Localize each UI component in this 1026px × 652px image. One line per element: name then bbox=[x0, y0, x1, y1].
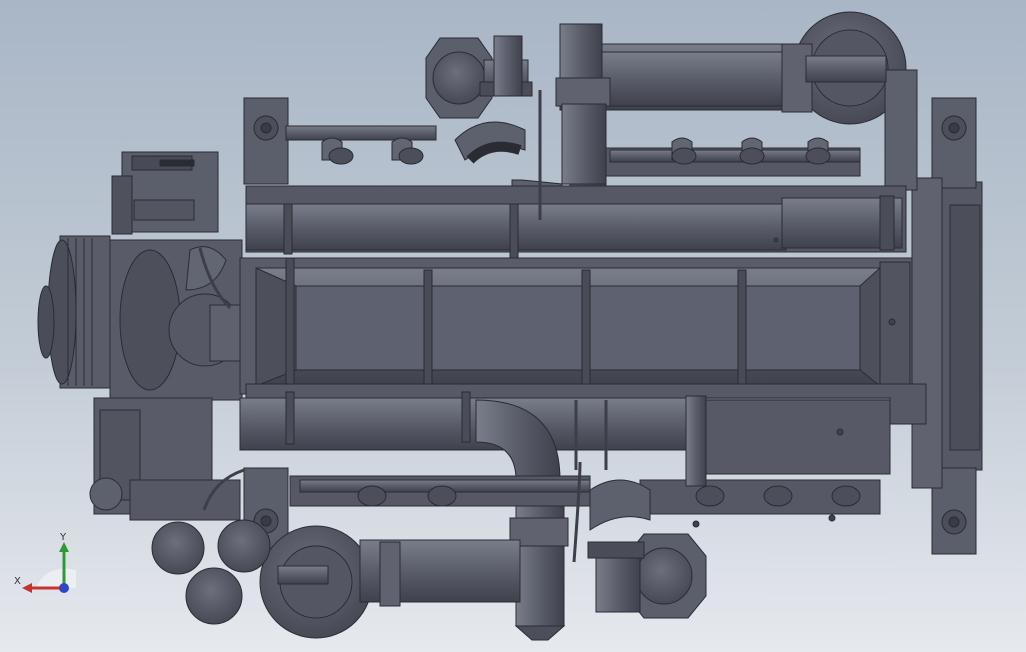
crankshaft-pulley bbox=[37, 235, 115, 389]
coordinate-triad: Y X bbox=[10, 528, 80, 598]
triad-y-label: Y bbox=[60, 532, 67, 543]
turbocharger-bottom bbox=[259, 525, 521, 639]
engine-3d-model[interactable] bbox=[0, 0, 1026, 652]
cad-graphics-viewport[interactable]: Y X bbox=[0, 0, 1026, 652]
triad-x-label: X bbox=[14, 576, 21, 587]
mounting-bracket-top-left bbox=[243, 97, 289, 185]
accessory-box-top-left bbox=[111, 151, 219, 235]
flange-bottom-right bbox=[587, 533, 707, 619]
charge-air-cooler-lower bbox=[239, 391, 891, 475]
flywheel-housing bbox=[911, 97, 983, 555]
water-pump bbox=[109, 239, 245, 401]
triad-axes-icon bbox=[22, 542, 76, 593]
flange-top-left bbox=[425, 35, 533, 119]
z-axis-dot bbox=[59, 583, 69, 593]
